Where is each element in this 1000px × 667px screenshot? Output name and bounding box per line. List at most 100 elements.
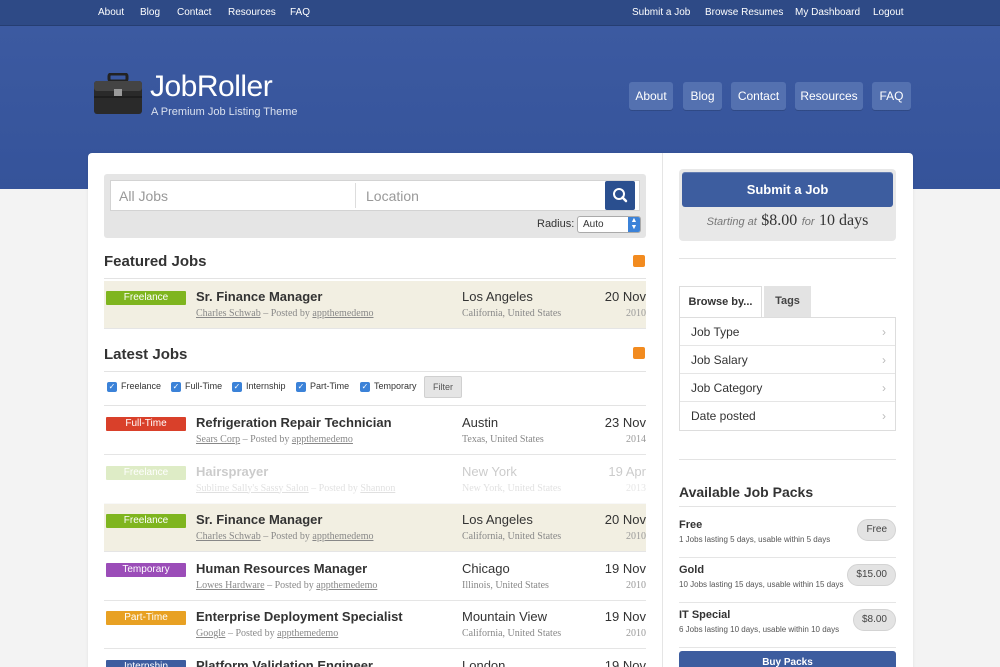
job-listing-row[interactable]: Freelance Sr. Finance Manager Charles Schw… xyxy=(104,281,646,329)
chevron-updown-icon: ▲ ▼ xyxy=(628,217,640,232)
job-type-badge[interactable]: Part-Time xyxy=(106,611,186,625)
browse-item-job-category[interactable]: Job Category › xyxy=(680,374,895,402)
job-type-badge[interactable]: Full-Time xyxy=(106,417,186,431)
topnav-resources[interactable]: Resources xyxy=(228,7,276,18)
job-title-link[interactable]: Platform Validation Engineer xyxy=(196,658,373,667)
company-link[interactable]: Sears Corp xyxy=(196,434,240,445)
company-link[interactable]: Google xyxy=(196,628,225,639)
job-year: 2014 xyxy=(626,434,646,445)
job-title-link[interactable]: Enterprise Deployment Specialist xyxy=(196,609,403,624)
company-link[interactable]: Sublime Sally's Sassy Salon xyxy=(196,483,309,494)
site-logo[interactable]: JobRoller xyxy=(150,70,273,104)
company-link[interactable]: Charles Schwab xyxy=(196,531,261,542)
job-title-link[interactable]: Hairsprayer xyxy=(196,464,268,479)
checkbox-full-time[interactable]: ✓ xyxy=(171,382,181,392)
poster-link[interactable]: appthemedemo xyxy=(312,308,373,319)
pack-price[interactable]: $15.00 xyxy=(847,564,896,586)
pack-price[interactable]: $8.00 xyxy=(852,609,896,631)
job-meta: Charles Schwab – Posted by appthemedemo xyxy=(196,531,373,542)
job-date: 19 Nov xyxy=(604,560,646,576)
browse-item-label: Job Type xyxy=(691,325,740,339)
radius-select[interactable]: Auto ▲ ▼ xyxy=(577,216,641,233)
job-city: London xyxy=(462,657,506,667)
company-link[interactable]: Lowes Hardware xyxy=(196,580,265,591)
pack-name: Free xyxy=(679,519,703,531)
job-year: 2010 xyxy=(626,628,646,639)
posted-by-text: – Posted by xyxy=(260,531,313,542)
browse-item-job-salary[interactable]: Job Salary › xyxy=(680,346,895,374)
job-type-badge[interactable]: Freelance xyxy=(106,514,186,528)
sidebar-divider-2 xyxy=(679,459,896,460)
job-packs-title: Available Job Packs xyxy=(679,484,814,500)
job-listing-row[interactable]: Internship Platform Validation Engineer Lo… xyxy=(104,650,646,667)
rss-icon[interactable] xyxy=(633,255,645,267)
header-nav-contact[interactable]: Contact xyxy=(731,82,786,110)
poster-link[interactable]: appthemedemo xyxy=(277,628,338,639)
topnav-logout[interactable]: Logout xyxy=(873,7,904,18)
buy-packs-button[interactable]: Buy Packs xyxy=(679,651,896,667)
job-date: 20 Nov xyxy=(604,512,646,527)
browse-item-job-type[interactable]: Job Type › xyxy=(680,318,895,346)
rss-icon[interactable] xyxy=(633,347,645,359)
checkbox-internship[interactable]: ✓ xyxy=(232,382,242,392)
job-year: 2013 xyxy=(626,482,646,494)
checkbox-temporary[interactable]: ✓ xyxy=(360,382,370,392)
topnav-blog[interactable]: Blog xyxy=(140,7,160,18)
filter-label: Internship xyxy=(246,381,286,391)
company-link[interactable]: Charles Schwab xyxy=(196,308,261,319)
posted-by-text: – Posted by xyxy=(260,308,313,319)
poster-link[interactable]: appthemedemo xyxy=(316,580,377,591)
job-type-badge[interactable]: Freelance xyxy=(106,465,186,480)
pack-description: 6 Jobs lasting 10 days, usable within 10… xyxy=(679,625,840,634)
topnav-contact[interactable]: Contact xyxy=(177,7,211,18)
filter-button[interactable]: Filter xyxy=(424,376,462,398)
job-listing-row[interactable]: Freelance Sr. Finance Manager Charles Schw… xyxy=(104,504,646,552)
poster-link[interactable]: appthemedemo xyxy=(292,434,353,445)
job-listing-row[interactable]: Part-Time Enterprise Deployment Specialis… xyxy=(104,601,646,649)
job-title-link[interactable]: Sr. Finance Manager xyxy=(196,512,322,527)
radius-label: Radius: xyxy=(537,218,575,230)
site-tagline: A Premium Job Listing Theme xyxy=(151,106,298,118)
header-nav-about[interactable]: About xyxy=(629,82,673,110)
location-input[interactable]: Location xyxy=(366,188,419,204)
job-meta: Sears Corp – Posted by appthemedemo xyxy=(196,434,353,445)
starting-at-text: Starting at xyxy=(706,216,757,228)
pack-name: IT Special xyxy=(679,609,731,621)
topnav-submit-job[interactable]: Submit a Job xyxy=(632,7,690,18)
job-title-link[interactable]: Refrigeration Repair Technician xyxy=(196,415,392,430)
job-listing-row[interactable]: Temporary Human Resources Manager Lowes Ha… xyxy=(104,553,646,601)
job-listing-row[interactable]: Full-Time Refrigeration Repair Technician… xyxy=(104,407,646,455)
job-type-badge[interactable]: Temporary xyxy=(106,562,186,577)
checkbox-freelance[interactable]: ✓ xyxy=(107,382,117,392)
topnav-my-dashboard[interactable]: My Dashboard xyxy=(795,7,860,18)
topnav-browse-resumes[interactable]: Browse Resumes xyxy=(705,7,783,18)
job-title-link[interactable]: Human Resources Manager xyxy=(196,561,367,576)
tab-tags[interactable]: Tags xyxy=(764,286,811,318)
latest-list-divider xyxy=(104,405,646,406)
checkbox-part-time[interactable]: ✓ xyxy=(296,382,306,392)
job-keyword-input[interactable]: All Jobs xyxy=(119,188,168,204)
tab-browse-by[interactable]: Browse by... xyxy=(679,286,762,318)
header-nav-resources[interactable]: Resources xyxy=(795,82,863,110)
job-city: Los Angeles xyxy=(462,289,533,304)
job-type-badge[interactable]: Freelance xyxy=(106,291,186,305)
header-nav-faq[interactable]: FAQ xyxy=(872,82,911,110)
job-price: $8.00 xyxy=(761,212,798,229)
sidebar-divider-1 xyxy=(679,258,896,259)
submit-job-button[interactable]: Submit a Job xyxy=(682,172,893,207)
search-button[interactable] xyxy=(605,181,635,210)
poster-link[interactable]: appthemedemo xyxy=(312,531,373,542)
briefcase-icon[interactable] xyxy=(93,73,143,115)
topnav-about[interactable]: About xyxy=(98,7,124,18)
chevron-right-icon: › xyxy=(882,381,886,395)
job-listing-row[interactable]: Freelance Hairsprayer Sublime Sally's Sass… xyxy=(104,456,646,504)
topnav-faq[interactable]: FAQ xyxy=(290,7,310,18)
header-nav-blog[interactable]: Blog xyxy=(683,82,722,110)
posted-by-text: – Posted by xyxy=(240,434,292,445)
job-title-link[interactable]: Sr. Finance Manager xyxy=(196,289,322,304)
job-meta: Sublime Sally's Sassy Salon – Posted by … xyxy=(196,483,395,494)
poster-link[interactable]: Shannon xyxy=(360,483,395,494)
browse-item-date-posted[interactable]: Date posted › xyxy=(680,402,895,430)
job-type-badge[interactable]: Internship xyxy=(106,659,186,667)
pack-price[interactable]: Free xyxy=(857,519,896,541)
